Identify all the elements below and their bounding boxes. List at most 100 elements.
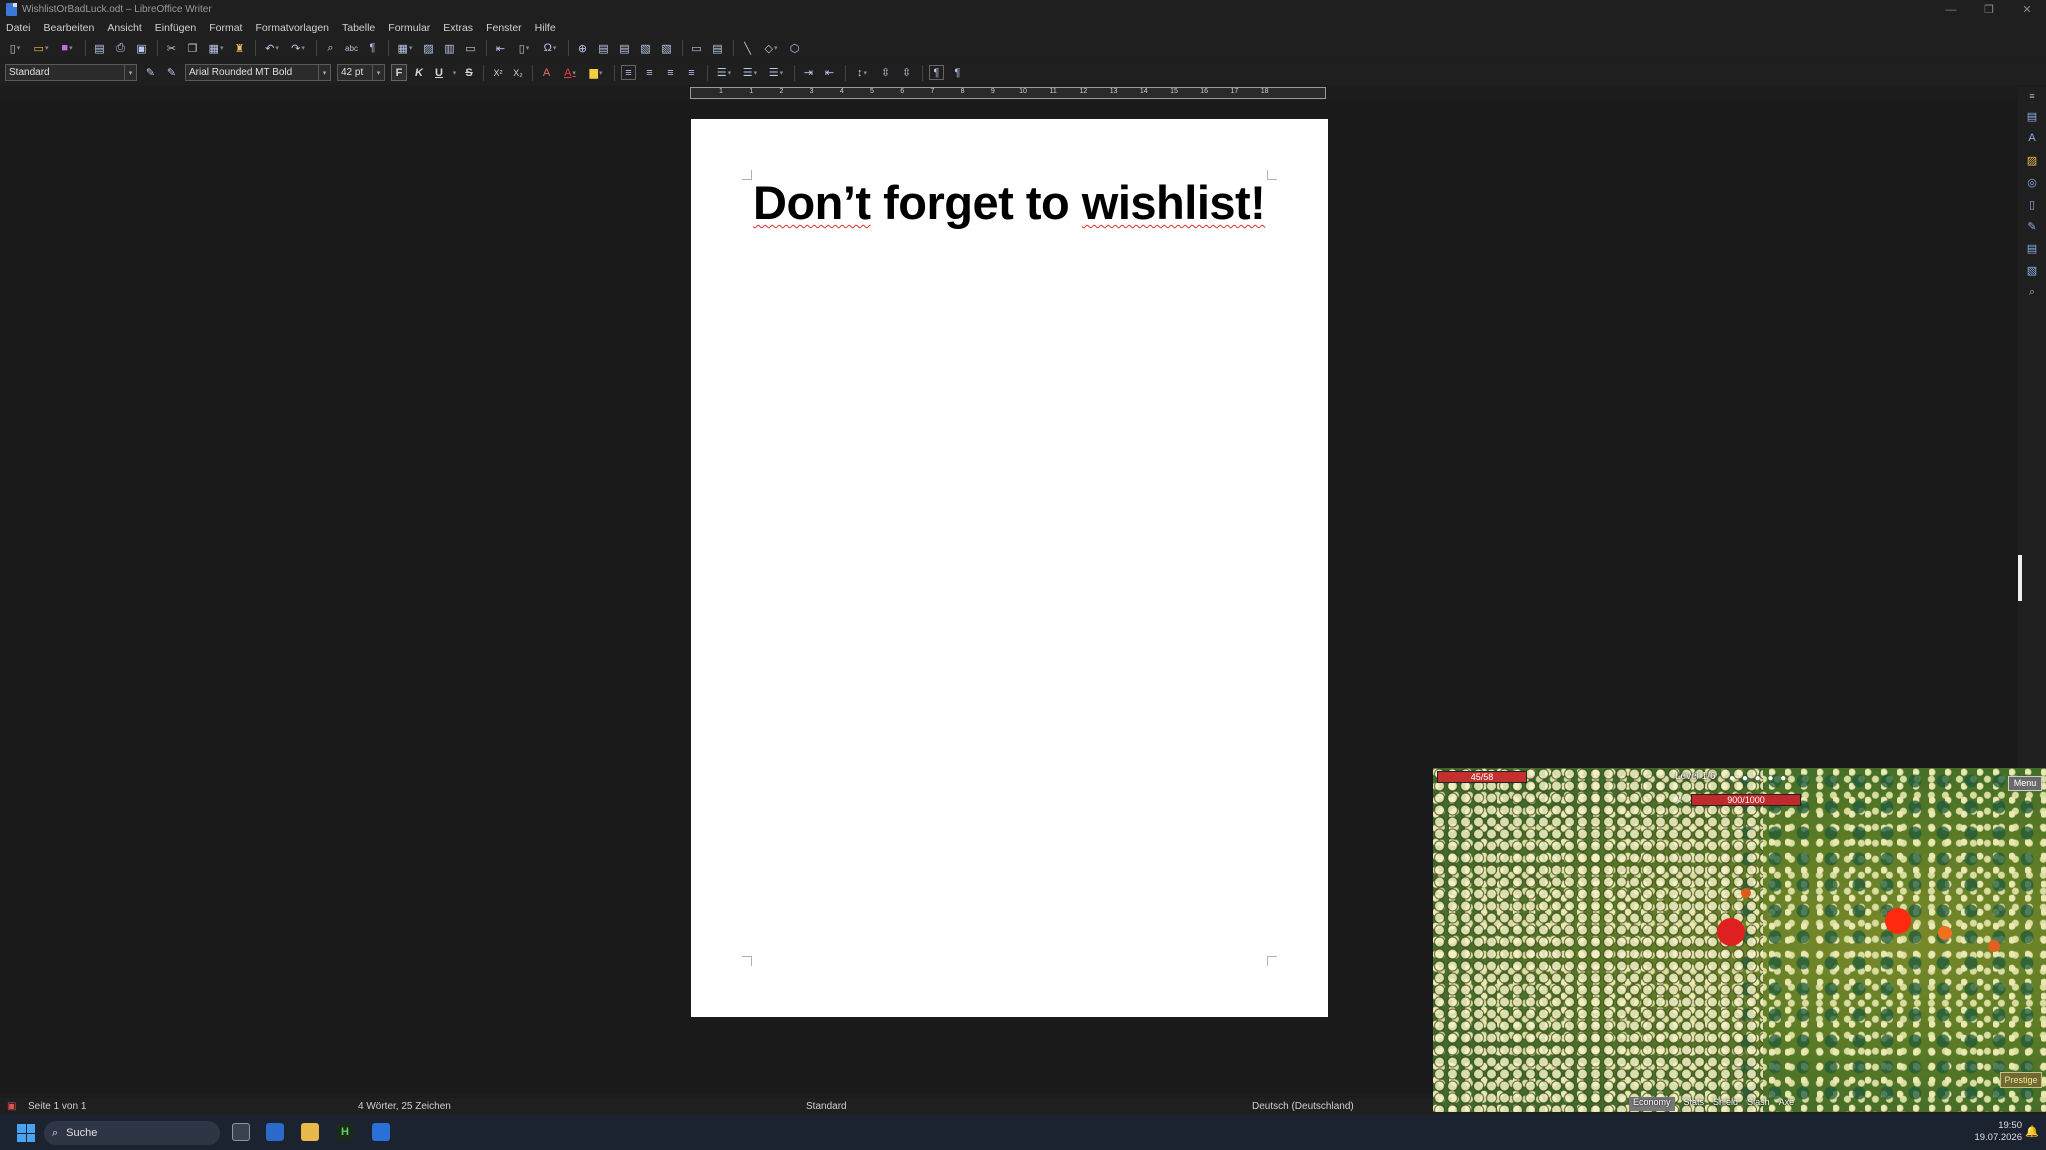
document-heading[interactable]: Don’t forget to wishlist! [753,175,1266,230]
horizontal-ruler[interactable]: 1 1 2 3 4 5 6 7 8 9 10 11 12 13 14 15 16 17 18 [690,87,1326,99]
menu-hilfe[interactable]: Hilfe [535,22,556,34]
text-language[interactable]: Deutsch (Deutschland) [1252,1101,1354,1112]
font-color-icon[interactable]: A ▾ [560,65,580,80]
line-spacing-icon[interactable]: ↕ ▾ [852,65,872,80]
game-overlay-window[interactable]: 45/58 Level 1/6 ● ● ● ● ● ☠ 900/1000 Men… [1433,768,2046,1112]
properties-icon[interactable]: ▤ [2025,109,2039,123]
find-icon[interactable]: ⌕ [2025,285,2039,299]
justify-icon[interactable]: ≡ [684,65,699,80]
chevron-down-icon[interactable]: ▾ [372,65,384,80]
clone-formatting-icon[interactable]: ♜ [232,41,247,56]
menu-format[interactable]: Format [209,22,242,34]
insert-textbox-icon[interactable]: ▭ [463,41,478,56]
style-inspector-icon[interactable]: ✎ [2025,219,2039,233]
update-style-icon[interactable]: ✎ [143,65,158,80]
paragraph-style-select[interactable]: Standard ▾ [5,64,137,81]
font-name-select[interactable]: Arial Rounded MT Bold ▾ [185,64,331,81]
increase-indent-icon[interactable]: ⇥ [801,65,816,80]
print-icon[interactable]: ⎙ [113,41,128,56]
game-app-icon[interactable]: H [336,1123,354,1141]
tab-axe[interactable]: Axe [1779,1097,1795,1111]
notification-bell-icon[interactable]: 🔔 [2025,1125,2039,1138]
strikethrough-button[interactable]: S [461,64,477,81]
menu-extras[interactable]: Extras [443,22,473,34]
increase-paragraph-spacing-icon[interactable]: ⇳ [878,65,893,80]
bookmark-icon[interactable]: ▧ [638,41,653,56]
store-icon[interactable] [266,1123,284,1141]
numbered-list-icon[interactable]: ☰ ▾ [740,65,760,80]
page-icon[interactable]: ▯ [2025,197,2039,211]
document-modified-icon[interactable]: ▣ [7,1101,16,1112]
page-style[interactable]: Standard [806,1101,847,1112]
export-pdf-icon[interactable]: ▤ [92,41,107,56]
sidebar-menu-icon[interactable]: ≡ [2025,89,2039,103]
sidebar-scroll-handle[interactable] [2018,555,2022,601]
prestige-button[interactable]: Prestige [2000,1072,2042,1088]
menu-fenster[interactable]: Fenster [486,22,522,34]
design-icon[interactable]: ▧ [2025,263,2039,277]
comment-icon[interactable]: ▭ [689,41,704,56]
undo-icon[interactable]: ↶ ▾ [262,41,282,56]
hyperlink-icon[interactable]: ⊕ [575,41,590,56]
manage-changes-icon[interactable]: ▤ [2025,241,2039,255]
insert-table-icon[interactable]: ▦ ▾ [395,41,415,56]
redo-icon[interactable]: ↷ ▾ [288,41,308,56]
align-center-icon[interactable]: ≡ [642,65,657,80]
file-explorer-icon[interactable] [301,1123,319,1141]
start-menu-icon[interactable] [17,1124,35,1142]
restore-button[interactable]: ❐ [1970,0,2008,19]
new-document-icon[interactable]: ▯ ▾ [5,41,25,56]
page-break-icon[interactable]: ⇤ [493,41,508,56]
tab-economy[interactable]: Economy [1629,1097,1675,1111]
clear-formatting-icon[interactable]: A [539,65,554,80]
decrease-paragraph-spacing-icon[interactable]: ⇳ [899,65,914,80]
cut-icon[interactable]: ✂ [164,41,179,56]
open-folder-icon[interactable]: ▭ ▾ [31,41,51,56]
outline-list-icon[interactable]: ☰ ▾ [766,65,786,80]
decrease-indent-icon[interactable]: ⇤ [822,65,837,80]
paste-icon[interactable]: ▦ ▾ [206,41,226,56]
bullet-list-icon[interactable]: ☰ ▾ [714,65,734,80]
minimize-button[interactable]: — [1932,0,1970,19]
word-count[interactable]: 4 Wörter, 25 Zeichen [358,1101,451,1112]
find-replace-icon[interactable]: ⌕ [323,41,338,56]
new-style-icon[interactable]: ✎ [164,65,179,80]
bold-button[interactable]: F [391,64,407,81]
system-clock[interactable]: 19:50 19.07.2026 [1974,1120,2022,1144]
draw-functions-icon[interactable]: ⬡ [787,41,802,56]
styles-icon[interactable]: A [2025,131,2039,145]
special-character-icon[interactable]: Ω ▾ [540,41,560,56]
superscript-button[interactable]: X² [490,64,506,81]
track-changes-icon[interactable]: ▤ [710,41,725,56]
taskbar-search[interactable]: ⌕ Suche [44,1121,220,1145]
left-to-right-icon[interactable]: ¶ [929,65,944,80]
tab-slash[interactable]: Slash [1747,1097,1770,1111]
menu-bearbeiten[interactable]: Bearbeiten [44,22,95,34]
subscript-button[interactable]: X₂ [510,64,526,81]
endnote-icon[interactable]: ▤ [617,41,632,56]
save-icon[interactable]: ■ ▾ [57,41,77,56]
tab-stats[interactable]: Stats [1684,1097,1705,1111]
insert-image-icon[interactable]: ▨ [421,41,436,56]
game-menu-button[interactable]: Menu [2008,776,2042,791]
page-count[interactable]: Seite 1 von 1 [28,1101,86,1112]
right-to-left-icon[interactable]: ¶ [950,65,965,80]
insert-field-icon[interactable]: ▯ ▾ [514,41,534,56]
menu-tabelle[interactable]: Tabelle [342,22,375,34]
line-icon[interactable]: ╲ [740,41,755,56]
footnote-icon[interactable]: ▤ [596,41,611,56]
menu-datei[interactable]: Datei [6,22,31,34]
libreoffice-writer-icon[interactable] [372,1123,390,1141]
menu-einfuegen[interactable]: Einfügen [155,22,196,34]
formatting-marks-icon[interactable]: ¶ [365,41,380,56]
document-page[interactable]: Don’t forget to wishlist! [691,119,1328,1017]
chevron-down-icon[interactable]: ▾ [318,65,330,80]
menu-formatvorlagen[interactable]: Formatvorlagen [255,22,329,34]
task-view-icon[interactable] [232,1123,250,1141]
align-left-icon[interactable]: ≡ [621,65,636,80]
tab-shield[interactable]: Shield [1713,1097,1738,1111]
spellcheck-icon[interactable]: abc [344,41,359,56]
insert-chart-icon[interactable]: ▥ [442,41,457,56]
highlighting-color-icon[interactable]: ▆ ▾ [586,65,606,80]
close-button[interactable]: ✕ [2008,0,2046,19]
